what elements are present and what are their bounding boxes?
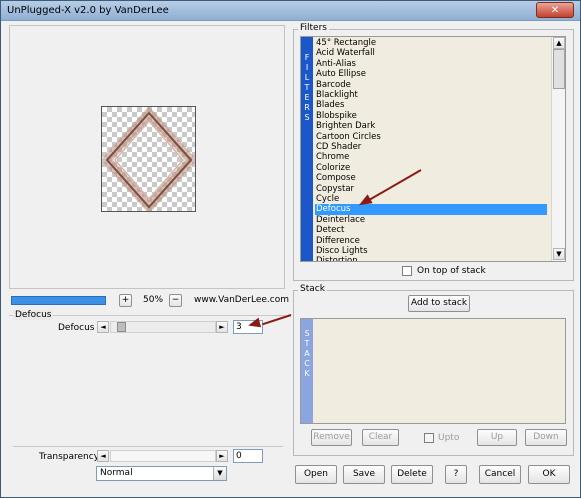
down-button[interactable]: Down <box>525 429 567 446</box>
filters-side-bar: F I L T E R S <box>301 37 313 261</box>
defocus-group-label: Defocus <box>13 310 54 320</box>
filter-list-item[interactable]: Compose <box>315 173 547 183</box>
scroll-up-arrow[interactable]: ▲ <box>553 37 565 49</box>
preview-thumbnail <box>101 106 196 212</box>
window-title: UnPlugged-X v2.0 by VanDerLee <box>7 5 169 16</box>
slider-right-arrow[interactable]: ► <box>216 321 228 333</box>
filter-list-item[interactable]: Deinterlace <box>315 215 547 225</box>
filter-list-item[interactable]: Difference <box>315 236 547 246</box>
cancel-button[interactable]: Cancel <box>479 465 521 484</box>
transparency-left-arrow[interactable]: ◄ <box>97 450 109 462</box>
plugin-window: UnPlugged-X v2.0 by VanDerLee ✕ + 50% − … <box>0 0 581 498</box>
progress-bar <box>11 296 106 305</box>
on-top-checkbox[interactable] <box>402 266 412 276</box>
slider-thumb[interactable] <box>117 322 126 332</box>
website-link[interactable]: www.VanDerLee.com <box>194 295 289 305</box>
open-button[interactable]: Open <box>295 465 337 484</box>
scroll-down-arrow[interactable]: ▼ <box>553 248 565 260</box>
filter-list-item[interactable]: Barcode <box>315 80 547 90</box>
save-button[interactable]: Save <box>343 465 385 484</box>
add-to-stack-button[interactable]: Add to stack <box>408 295 470 312</box>
stack-side-bar: S T A C K <box>301 319 313 423</box>
blend-mode-value: Normal <box>100 468 133 478</box>
filter-list-item[interactable]: CD Shader <box>315 142 547 152</box>
slider-left-arrow[interactable]: ◄ <box>97 321 109 333</box>
transparency-slider[interactable] <box>110 450 216 462</box>
blend-mode-select[interactable]: Normal ▼ <box>96 466 227 481</box>
filter-list-item[interactable]: Blades <box>315 100 547 110</box>
upto-checkbox[interactable] <box>424 433 434 443</box>
preview-pane[interactable] <box>9 25 285 289</box>
scroll-thumb[interactable] <box>553 49 565 89</box>
filter-list-item[interactable]: Colorize <box>315 163 547 173</box>
stack-group-label: Stack <box>298 284 327 294</box>
stack-side-text: S T A C K <box>304 329 310 378</box>
filter-list-item[interactable]: Copystar <box>315 184 547 194</box>
transparency-separator <box>13 446 283 447</box>
transparency-right-arrow[interactable]: ► <box>216 450 228 462</box>
ok-button[interactable]: OK <box>528 465 570 484</box>
on-top-label: On top of stack <box>417 266 486 276</box>
zoom-value: 50% <box>143 295 164 305</box>
filters-list[interactable]: F I L T E R S 45° Rectangle Acid Waterfal… <box>300 36 566 262</box>
up-button[interactable]: Up <box>477 429 517 446</box>
transparency-value-field[interactable]: 0 <box>233 449 263 463</box>
filter-list-item[interactable]: Cycle <box>315 194 547 204</box>
filters-side-text: F I L T E R S <box>304 53 310 122</box>
filter-list-item[interactable]: Distortion <box>315 256 547 261</box>
help-button[interactable]: ? <box>445 465 467 484</box>
diamond-frame-image <box>102 107 195 211</box>
filter-list-item[interactable]: Brighten Dark <box>315 121 547 131</box>
defocus-slider[interactable] <box>110 321 216 333</box>
filter-list-item[interactable]: Defocus <box>315 204 547 215</box>
close-button[interactable]: ✕ <box>536 2 574 18</box>
filter-list-item[interactable]: Disco Lights <box>315 246 547 256</box>
defocus-group <box>9 315 285 443</box>
filter-list-item[interactable]: 45° Rectangle <box>315 38 547 48</box>
filter-list-item[interactable]: Auto Ellipse <box>315 69 547 79</box>
filter-list-item[interactable]: Chrome <box>315 152 547 162</box>
clear-button[interactable]: Clear <box>362 429 399 446</box>
transparency-label: Transparency <box>39 452 100 462</box>
filter-list-item[interactable]: Blobspike <box>315 111 547 121</box>
filters-scrollbar[interactable]: ▲ ▼ <box>551 37 565 261</box>
stack-list[interactable]: S T A C K <box>300 318 566 424</box>
zoom-in-button[interactable]: + <box>119 294 132 307</box>
dropdown-arrow-icon[interactable]: ▼ <box>213 467 226 480</box>
title-bar: UnPlugged-X v2.0 by VanDerLee ✕ <box>1 1 580 21</box>
defocus-param-label: Defocus <box>58 323 95 333</box>
zoom-out-button[interactable]: − <box>169 294 182 307</box>
filters-group-label: Filters <box>298 23 329 33</box>
delete-button[interactable]: Delete <box>391 465 433 484</box>
filter-list-item[interactable]: Acid Waterfall <box>315 48 547 58</box>
filter-list-item[interactable]: Detect <box>315 225 547 235</box>
filter-list-item[interactable]: Cartoon Circles <box>315 132 547 142</box>
filter-list-item[interactable]: Anti-Alias <box>315 59 547 69</box>
upto-label: Upto <box>438 433 460 443</box>
filter-list-item[interactable]: Blacklight <box>315 90 547 100</box>
remove-button[interactable]: Remove <box>311 429 352 446</box>
